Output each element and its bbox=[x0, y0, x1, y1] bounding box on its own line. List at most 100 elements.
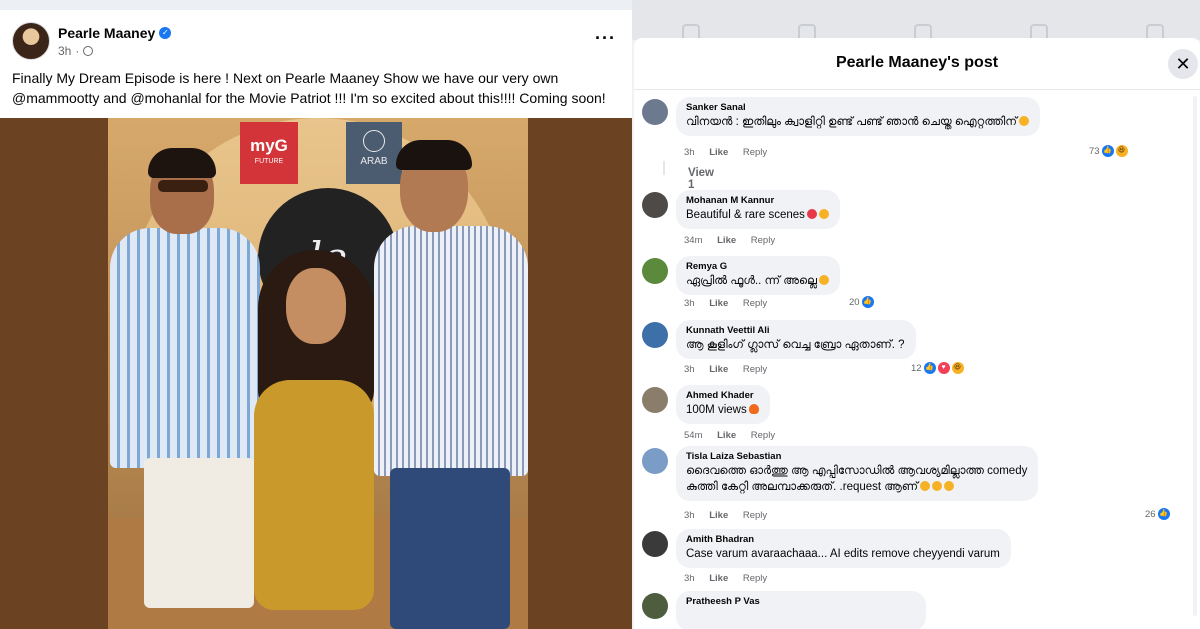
comment-avatar[interactable] bbox=[642, 531, 668, 557]
comment-text-body: Beautiful & rare scenes bbox=[686, 209, 805, 221]
reaction-summary[interactable]: 26 👍 bbox=[1145, 508, 1170, 520]
thread-line bbox=[663, 161, 665, 175]
comment-text-body: കുത്തി കേറ്റി അലമ്പാക്കരുത്. .request ആണ… bbox=[686, 481, 919, 493]
reply-button[interactable]: Reply bbox=[743, 573, 767, 584]
comment-text-body: ഏപ്രിൽ ഫൂൾ.. ന്ന് അല്ലെ bbox=[686, 275, 817, 287]
like-button[interactable]: Like bbox=[709, 510, 728, 521]
person-right-hair bbox=[396, 140, 472, 170]
comment-time[interactable]: 3h bbox=[684, 298, 695, 309]
love-reaction-icon: ♥ bbox=[937, 362, 950, 374]
comment-author[interactable]: Pratheesh P Vas bbox=[686, 596, 915, 608]
globe-icon bbox=[83, 45, 94, 56]
reaction-count: 26 bbox=[1145, 508, 1156, 520]
dialog-title: Pearle Maaney's post bbox=[835, 54, 999, 71]
fire-emoji-icon bbox=[748, 404, 759, 414]
comment-bubble: Kunnath Veettil Ali ആ കൂളിംഗ് ഗ്ലാസ്‌ വെ… bbox=[676, 320, 916, 359]
haha-reaction-icon: 😆 bbox=[951, 362, 964, 374]
comment-time[interactable]: 3h bbox=[684, 147, 695, 158]
comment-avatar[interactable] bbox=[642, 322, 668, 348]
comment-time[interactable]: 3h bbox=[684, 510, 695, 521]
comment-text: 100M views bbox=[686, 402, 759, 418]
reaction-summary[interactable]: 73 👍 😆 bbox=[1089, 145, 1128, 157]
reply-button[interactable]: Reply bbox=[743, 147, 767, 158]
author-avatar[interactable] bbox=[12, 22, 50, 60]
arab-logo-circle-icon bbox=[363, 130, 385, 152]
arab-logo-text: ARAB bbox=[360, 156, 388, 167]
reply-button[interactable]: Reply bbox=[751, 235, 775, 246]
comment-actions: 3h Like Reply bbox=[684, 147, 779, 158]
myg-logo-sub: FUTURE bbox=[254, 158, 284, 165]
emoji-icon bbox=[920, 481, 931, 491]
person-right-pants bbox=[390, 468, 510, 629]
comment-bubble: Amith Bhadran Case varum avaraachaaa... … bbox=[676, 529, 1011, 568]
comment-author[interactable]: Sanker Sanal bbox=[686, 102, 1029, 114]
post-time[interactable]: 3h bbox=[58, 44, 71, 58]
comment-text: ആ കൂളിംഗ് ഗ്ലാസ്‌ വെച്ച ബ്രോ ഏതാണ്. ? bbox=[686, 339, 905, 351]
sunglasses bbox=[158, 180, 208, 192]
person-center-dress bbox=[254, 380, 374, 610]
like-button[interactable]: Like bbox=[709, 298, 728, 309]
reaction-summary[interactable]: 20 👍 bbox=[849, 296, 874, 308]
comment-avatar[interactable] bbox=[642, 258, 668, 284]
comment-text-body: 100M views bbox=[686, 404, 747, 416]
reply-button[interactable]: Reply bbox=[743, 298, 767, 309]
reaction-count: 20 bbox=[849, 296, 860, 308]
haha-reaction-icon: 😆 bbox=[1115, 145, 1128, 157]
like-reaction-icon: 👍 bbox=[923, 362, 936, 374]
like-reaction-icon: 👍 bbox=[861, 296, 874, 308]
post-photo[interactable]: myGFUTURE ARAB le bbox=[0, 118, 632, 629]
emoji-icon bbox=[944, 481, 955, 491]
scrollbar[interactable] bbox=[1193, 96, 1197, 616]
person-left-hair bbox=[148, 148, 216, 178]
comment-time[interactable]: 54m bbox=[684, 430, 702, 441]
post-top-divider bbox=[0, 0, 632, 10]
comment-actions: 3h Like Reply bbox=[684, 298, 779, 309]
author-row: Pearle Maaney ✓ bbox=[58, 25, 172, 41]
like-button[interactable]: Like bbox=[717, 235, 736, 246]
author-name[interactable]: Pearle Maaney bbox=[58, 25, 155, 41]
like-button[interactable]: Like bbox=[709, 364, 728, 375]
comment-author[interactable]: Tisla Laiza Sebastian bbox=[686, 451, 1027, 463]
comment-author[interactable]: Mohanan M Kannur bbox=[686, 195, 829, 207]
reply-button[interactable]: Reply bbox=[743, 364, 767, 375]
comment-bubble: Pratheesh P Vas bbox=[676, 591, 926, 629]
comment-text: Beautiful & rare scenes bbox=[686, 207, 829, 223]
comment-bubble: Remya G ഏപ്രിൽ ഫൂൾ.. ന്ന് അല്ലെ bbox=[676, 256, 840, 295]
comment-bubble: Sanker Sanal വിനയൻ : ഇതിലും ക്വാളിറ്റി ഉ… bbox=[676, 97, 1040, 136]
comment-actions: 3h Like Reply bbox=[684, 573, 779, 584]
comment-avatar[interactable] bbox=[642, 387, 668, 413]
comment-time[interactable]: 3h bbox=[684, 364, 695, 375]
reaction-count: 73 bbox=[1089, 145, 1100, 157]
person-right-shirt bbox=[374, 226, 528, 476]
myg-logo-text: myG bbox=[250, 136, 288, 155]
reply-button[interactable]: Reply bbox=[751, 430, 775, 441]
comment-time[interactable]: 34m bbox=[684, 235, 702, 246]
comment-author[interactable]: Ahmed Khader bbox=[686, 390, 759, 402]
like-button[interactable]: Like bbox=[709, 147, 728, 158]
comment-avatar[interactable] bbox=[642, 593, 668, 619]
reply-button[interactable]: Reply bbox=[743, 510, 767, 521]
like-button[interactable]: Like bbox=[709, 573, 728, 584]
comment-avatar[interactable] bbox=[642, 99, 668, 125]
comment-actions: 3h Like Reply bbox=[684, 510, 779, 521]
comment-time[interactable]: 3h bbox=[684, 573, 695, 584]
post-header: Pearle Maaney ✓ 3h · bbox=[12, 22, 172, 60]
reaction-summary[interactable]: 12 👍 ♥ 😆 bbox=[911, 362, 964, 374]
meta-separator: · bbox=[75, 43, 80, 58]
person-left-shirt bbox=[110, 228, 260, 468]
like-reaction-icon: 👍 bbox=[1157, 508, 1170, 520]
reaction-count: 12 bbox=[911, 362, 922, 374]
more-options-icon[interactable]: ··· bbox=[595, 28, 616, 49]
comment-author[interactable]: Remya G bbox=[686, 261, 829, 273]
comment-actions: 34m Like Reply bbox=[684, 235, 787, 246]
like-button[interactable]: Like bbox=[717, 430, 736, 441]
close-icon[interactable]: ✕ bbox=[1168, 49, 1198, 79]
comment-text-line-2: കുത്തി കേറ്റി അലമ്പാക്കരുത്. .request ആണ… bbox=[686, 479, 1027, 495]
like-reaction-icon: 👍 bbox=[1101, 145, 1114, 157]
comment-author[interactable]: Amith Bhadran bbox=[686, 534, 1000, 546]
comment-avatar[interactable] bbox=[642, 448, 668, 474]
comment-author[interactable]: Kunnath Veettil Ali bbox=[686, 325, 905, 337]
comment-avatar[interactable] bbox=[642, 192, 668, 218]
comment-text: ഏപ്രിൽ ഫൂൾ.. ന്ന് അല്ലെ bbox=[686, 273, 829, 289]
verified-badge-icon: ✓ bbox=[159, 26, 172, 39]
